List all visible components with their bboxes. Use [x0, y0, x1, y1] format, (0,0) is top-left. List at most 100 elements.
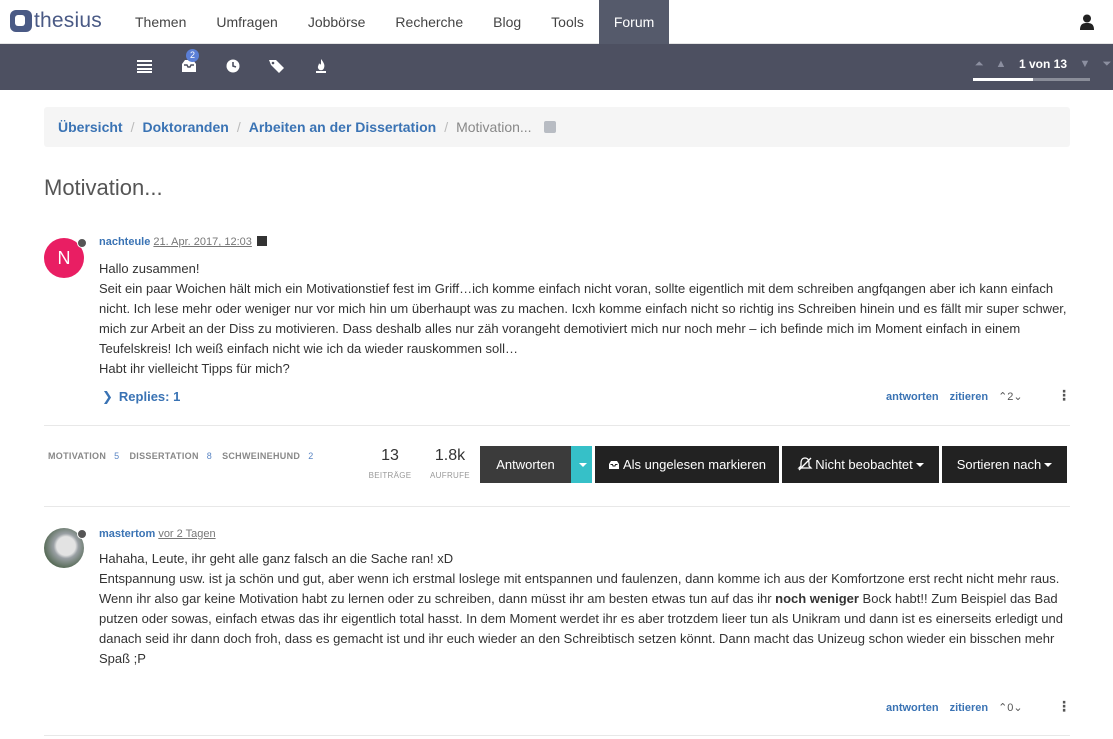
site-logo[interactable]: thesius	[10, 9, 102, 33]
edit-icon	[256, 236, 267, 246]
topic-tags: MOTIVATION 5 DISSERTATION 8 SCHWEINEHUND…	[48, 451, 324, 461]
post-menu-icon[interactable]: ⋮	[1057, 387, 1071, 404]
vote-controls: ⌃ 2 ⌄	[998, 390, 1023, 404]
logo-text: thesius	[34, 9, 102, 32]
caret-down-icon	[1044, 463, 1053, 467]
forum-toolbar: 2 ⏶ ▲ 1 von 13 ▼ ⏷	[0, 44, 1113, 90]
post-actions: antworten zitieren ⌃ 2 ⌄	[886, 390, 1023, 404]
post-paragraph: Habt ihr vielleicht Tipps für mich?	[99, 361, 290, 376]
breadcrumb: Übersicht / Doktoranden / Arbeiten an de…	[44, 107, 1070, 147]
caret-down-icon	[579, 463, 587, 467]
breadcrumb-current: Motivation...	[456, 119, 532, 135]
post-content: Hahaha, Leute, ihr geht alle ganz falsch…	[99, 549, 1069, 669]
watch-button[interactable]: Nicht beobachtet	[782, 446, 939, 483]
reply-link[interactable]: antworten	[886, 702, 939, 714]
breadcrumb-doktoranden[interactable]: Doktoranden	[142, 119, 228, 135]
upvote-icon[interactable]: ⌃	[998, 701, 1007, 714]
tag-count: 5	[114, 451, 120, 461]
page-indicator[interactable]: 1 von 13	[1012, 57, 1074, 71]
mark-unread-button[interactable]: Als ungelesen markieren	[595, 446, 779, 483]
quote-link[interactable]: zitieren	[950, 391, 989, 403]
fire-icon[interactable]	[312, 58, 330, 74]
post-timestamp[interactable]: 21. Apr. 2017, 12:03	[153, 236, 251, 248]
posts-count: 13	[381, 447, 399, 464]
breadcrumb-dissertation[interactable]: Arbeiten an der Dissertation	[249, 119, 437, 135]
downvote-icon[interactable]: ⌄	[1013, 390, 1022, 403]
menu-item-themen[interactable]: Themen	[120, 0, 201, 44]
prev-page-icon[interactable]: ▲	[990, 58, 1012, 70]
top-navbar: thesius Themen Umfragen Jobbörse Recherc…	[0, 0, 1113, 44]
post-paragraph: Hahaha, Leute, ihr geht alle ganz falsch…	[99, 551, 454, 566]
downvote-icon[interactable]: ⌄	[1013, 701, 1022, 714]
breadcrumb-separator: /	[444, 119, 449, 135]
inbox-icon	[608, 461, 619, 469]
bell-slash-icon	[797, 457, 813, 471]
tag-count: 8	[206, 451, 213, 461]
post-text: Wenn ihr also gar keine Motivation habt …	[99, 591, 776, 606]
post-paragraph: Hallo zusammen!	[99, 261, 200, 276]
watch-label: Nicht beobachtet	[815, 457, 913, 472]
menu-item-tools[interactable]: Tools	[536, 0, 599, 44]
menu-item-jobboerse[interactable]: Jobbörse	[293, 0, 381, 44]
reply-dropdown-button[interactable]	[571, 446, 592, 483]
rss-icon[interactable]	[543, 121, 556, 133]
post-paragraph: Seit ein paar Woichen hält mich ein Moti…	[99, 281, 1067, 356]
user-icon[interactable]	[1080, 14, 1094, 30]
post-content: Hallo zusammen! Seit ein paar Woichen hä…	[99, 259, 1069, 379]
status-indicator	[77, 238, 87, 248]
topic-title: Motivation...	[44, 175, 163, 200]
caret-down-icon	[915, 463, 924, 467]
chevron-right-icon: ❯	[102, 389, 113, 404]
breadcrumb-separator: /	[130, 119, 135, 135]
menu-item-forum[interactable]: Forum	[598, 0, 670, 44]
posts-label: BEITRÄGE	[368, 471, 412, 480]
upvote-icon[interactable]: ⌃	[998, 390, 1007, 403]
posts-stat: 13 BEITRÄGE	[368, 447, 412, 480]
last-page-icon[interactable]: ⏷	[1096, 58, 1113, 71]
breadcrumb-uebersicht[interactable]: Übersicht	[58, 119, 123, 135]
main-menu: Themen Umfragen Jobbörse Recherche Blog …	[120, 0, 670, 44]
post-author[interactable]: mastertom	[99, 528, 155, 540]
status-indicator	[77, 529, 87, 539]
mark-unread-label: Als ungelesen markieren	[622, 457, 767, 472]
next-page-icon[interactable]: ▼	[1074, 58, 1096, 70]
clock-icon[interactable]	[224, 58, 242, 74]
post-timestamp[interactable]: vor 2 Tagen	[158, 528, 215, 540]
pagination-progress-fill	[973, 78, 1033, 81]
post-header: nachteule 21. Apr. 2017, 12:03	[99, 236, 267, 248]
tag-motivation[interactable]: MOTIVATION	[48, 451, 106, 461]
unread-badge: 2	[186, 49, 199, 62]
quote-link[interactable]: zitieren	[950, 702, 989, 714]
sort-label: Sortieren nach	[956, 457, 1042, 472]
replies-toggle[interactable]: ❯ Replies: 1	[102, 389, 180, 405]
sort-button[interactable]: Sortieren nach	[942, 446, 1067, 483]
menu-item-blog[interactable]: Blog	[478, 0, 536, 44]
first-page-icon[interactable]: ⏶	[968, 58, 990, 71]
tag-count: 2	[308, 451, 314, 461]
menu-item-umfragen[interactable]: Umfragen	[201, 0, 292, 44]
views-stat: 1.8k AUFRUFE	[428, 447, 472, 480]
logo-icon	[10, 10, 32, 32]
post-menu-icon[interactable]: ⋮	[1057, 698, 1071, 715]
views-label: AUFRUFE	[430, 471, 470, 480]
menu-item-recherche[interactable]: Recherche	[380, 0, 478, 44]
post-author[interactable]: nachteule	[99, 236, 150, 248]
tags-icon[interactable]	[268, 58, 286, 74]
tag-schweinehund[interactable]: SCHWEINEHUND	[222, 451, 300, 461]
reply-link[interactable]: antworten	[886, 391, 939, 403]
post-header: mastertom vor 2 Tagen	[99, 528, 216, 540]
breadcrumb-separator: /	[236, 119, 241, 135]
list-icon[interactable]	[136, 58, 154, 74]
replies-label: Replies: 1	[118, 389, 181, 404]
tag-dissertation[interactable]: DISSERTATION	[129, 451, 198, 461]
pagination-progress	[973, 78, 1090, 81]
post-paragraph: Wenn ihr also gar keine Motivation habt …	[99, 589, 1069, 669]
reply-button[interactable]: Antworten	[480, 446, 571, 483]
post-divider	[44, 735, 1070, 736]
topic-pagination: ⏶ ▲ 1 von 13 ▼ ⏷	[968, 57, 1113, 71]
post-text-bold: noch weniger	[775, 591, 859, 606]
post-actions: antworten zitieren ⌃ 0 ⌄	[886, 701, 1023, 715]
vote-controls: ⌃ 0 ⌄	[998, 701, 1023, 715]
post-paragraph: Entspannung usw. ist ja schön und gut, a…	[99, 571, 1060, 586]
views-count: 1.8k	[434, 447, 466, 464]
